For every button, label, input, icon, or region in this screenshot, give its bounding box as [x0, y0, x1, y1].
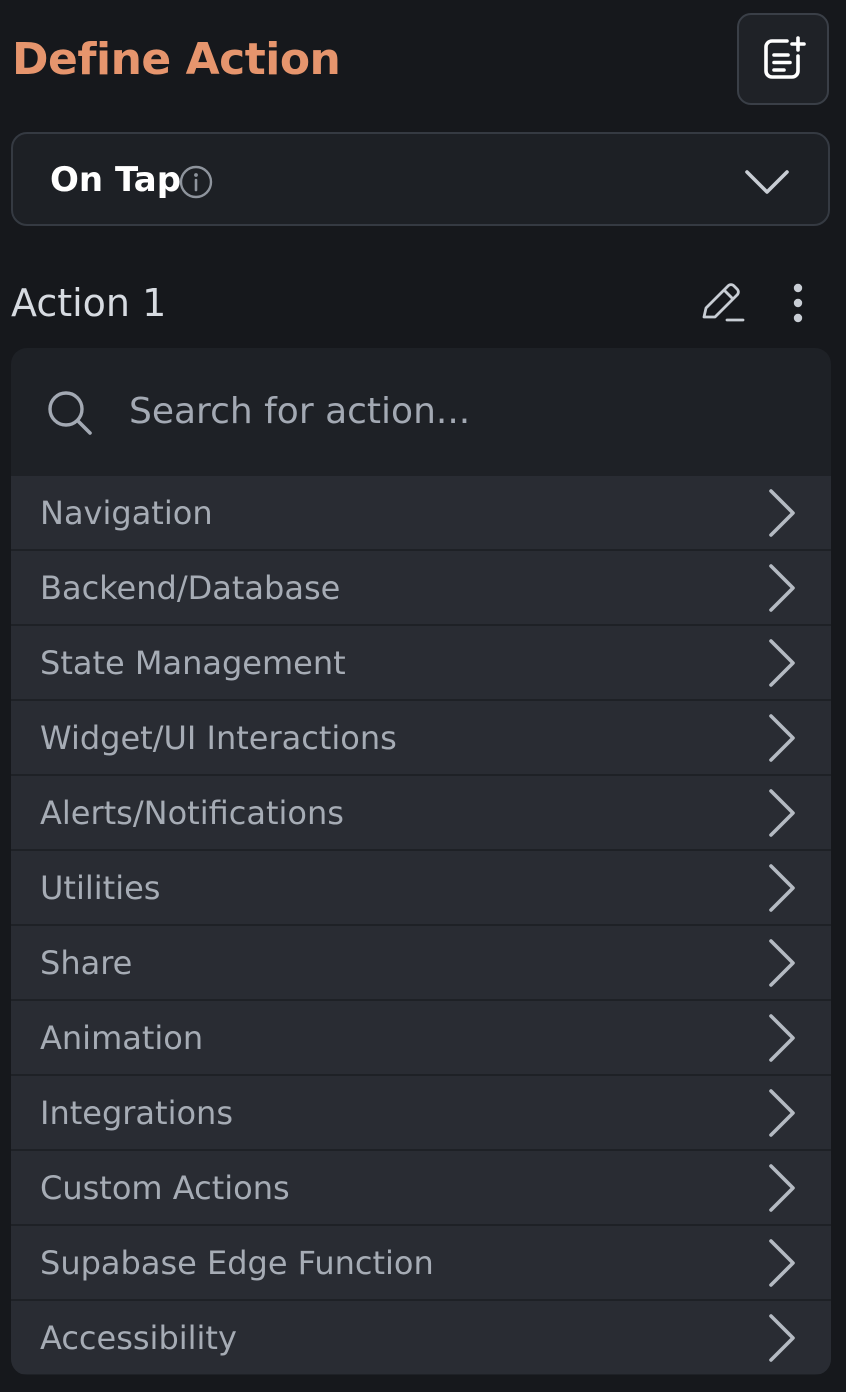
category-item-integrations[interactable]: Integrations	[11, 1076, 831, 1149]
category-label: State Management	[40, 644, 346, 682]
category-label: Utilities	[40, 869, 161, 907]
category-label: Share	[40, 944, 133, 982]
category-item-alerts-notifications[interactable]: Alerts/Notifications	[11, 776, 831, 849]
search-input[interactable]	[129, 386, 789, 436]
search-icon	[48, 391, 92, 435]
more-vertical-icon[interactable]	[787, 282, 809, 326]
category-label: Backend/Database	[40, 569, 341, 607]
category-list: Navigation Backend/Database State Manage…	[11, 476, 831, 1375]
category-item-accessibility[interactable]: Accessibility	[11, 1301, 831, 1374]
category-label: Supabase Edge Function	[40, 1244, 434, 1282]
category-label: Widget/UI Interactions	[40, 719, 397, 757]
category-item-supabase-edge-function[interactable]: Supabase Edge Function	[11, 1226, 831, 1299]
action-label: Action 1	[11, 281, 167, 325]
category-item-backend-database[interactable]: Backend/Database	[11, 551, 831, 624]
add-note-button[interactable]	[737, 13, 829, 105]
action-picker-panel: Navigation Backend/Database State Manage…	[11, 348, 831, 1375]
category-item-state-management[interactable]: State Management	[11, 626, 831, 699]
category-item-widget-ui-interactions[interactable]: Widget/UI Interactions	[11, 701, 831, 774]
category-item-share[interactable]: Share	[11, 926, 831, 999]
info-icon[interactable]	[179, 165, 213, 199]
chevron-right-icon	[769, 789, 795, 837]
chevron-right-icon	[769, 714, 795, 762]
search-bar	[11, 348, 831, 476]
category-label: Accessibility	[40, 1319, 237, 1357]
category-label: Integrations	[40, 1094, 233, 1132]
chevron-right-icon	[769, 1314, 795, 1362]
category-label: Alerts/Notifications	[40, 794, 344, 832]
pencil-icon[interactable]	[697, 280, 747, 324]
category-label: Navigation	[40, 494, 213, 532]
chevron-right-icon	[769, 864, 795, 912]
chevron-down-icon	[745, 170, 789, 194]
chevron-right-icon	[769, 489, 795, 537]
category-label: Custom Actions	[40, 1169, 290, 1207]
trigger-dropdown[interactable]: On Tap	[11, 132, 830, 226]
chevron-right-icon	[769, 564, 795, 612]
category-item-custom-actions[interactable]: Custom Actions	[11, 1151, 831, 1224]
category-label: Animation	[40, 1019, 204, 1057]
chevron-right-icon	[769, 1014, 795, 1062]
chevron-right-icon	[769, 939, 795, 987]
category-item-utilities[interactable]: Utilities	[11, 851, 831, 924]
chevron-right-icon	[769, 1164, 795, 1212]
chevron-right-icon	[769, 1089, 795, 1137]
chevron-right-icon	[769, 639, 795, 687]
category-item-navigation[interactable]: Navigation	[11, 476, 831, 549]
page-title: Define Action	[12, 34, 341, 85]
header: Define Action	[0, 0, 846, 120]
trigger-label: On Tap	[50, 160, 182, 200]
notes-add-icon	[764, 36, 806, 79]
chevron-right-icon	[769, 1239, 795, 1287]
category-item-animation[interactable]: Animation	[11, 1001, 831, 1074]
